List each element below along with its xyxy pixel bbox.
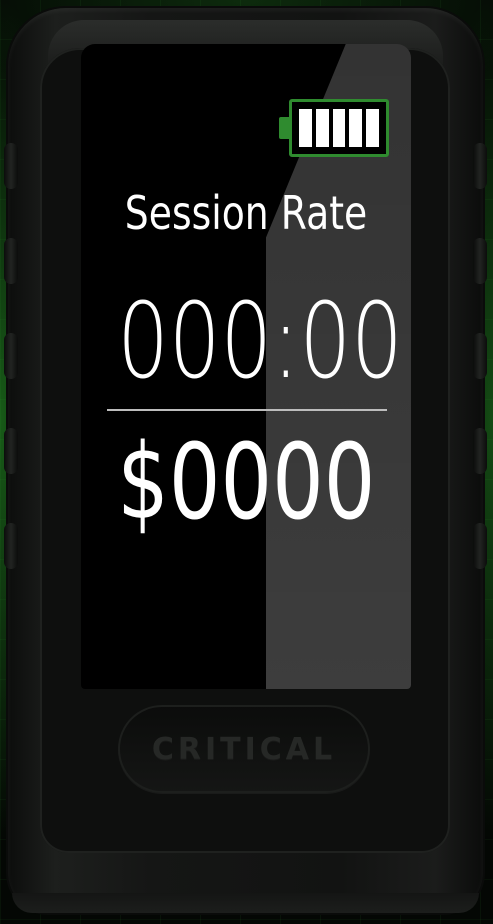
left-grip	[4, 333, 18, 379]
session-timer: 000:00	[117, 280, 403, 402]
left-grip	[4, 428, 18, 474]
right-grip	[473, 143, 487, 189]
battery-cells	[299, 109, 379, 147]
device-body: Session Rate 000:00 $0000 CRITICAL	[4, 8, 487, 913]
battery-cell	[332, 109, 346, 147]
brand-button[interactable]: CRITICAL	[118, 705, 370, 793]
right-grip	[473, 238, 487, 284]
battery-cell	[315, 109, 329, 147]
left-grip	[4, 238, 18, 284]
session-rate-value: $0000	[117, 421, 376, 543]
screen-title: Session Rate	[124, 186, 368, 240]
battery-frame	[289, 99, 389, 157]
left-grip	[4, 143, 18, 189]
divider	[107, 409, 387, 411]
device-bottom-cap	[12, 893, 479, 913]
right-grip	[473, 333, 487, 379]
battery-cell	[349, 109, 363, 147]
battery-cell	[366, 109, 379, 147]
right-grip	[473, 523, 487, 569]
battery-full-icon	[279, 99, 393, 159]
left-grip	[4, 523, 18, 569]
brand-logo: CRITICAL	[151, 731, 337, 767]
battery-cell	[299, 109, 312, 147]
display-screen[interactable]: Session Rate 000:00 $0000	[81, 44, 411, 689]
right-grip	[473, 428, 487, 474]
